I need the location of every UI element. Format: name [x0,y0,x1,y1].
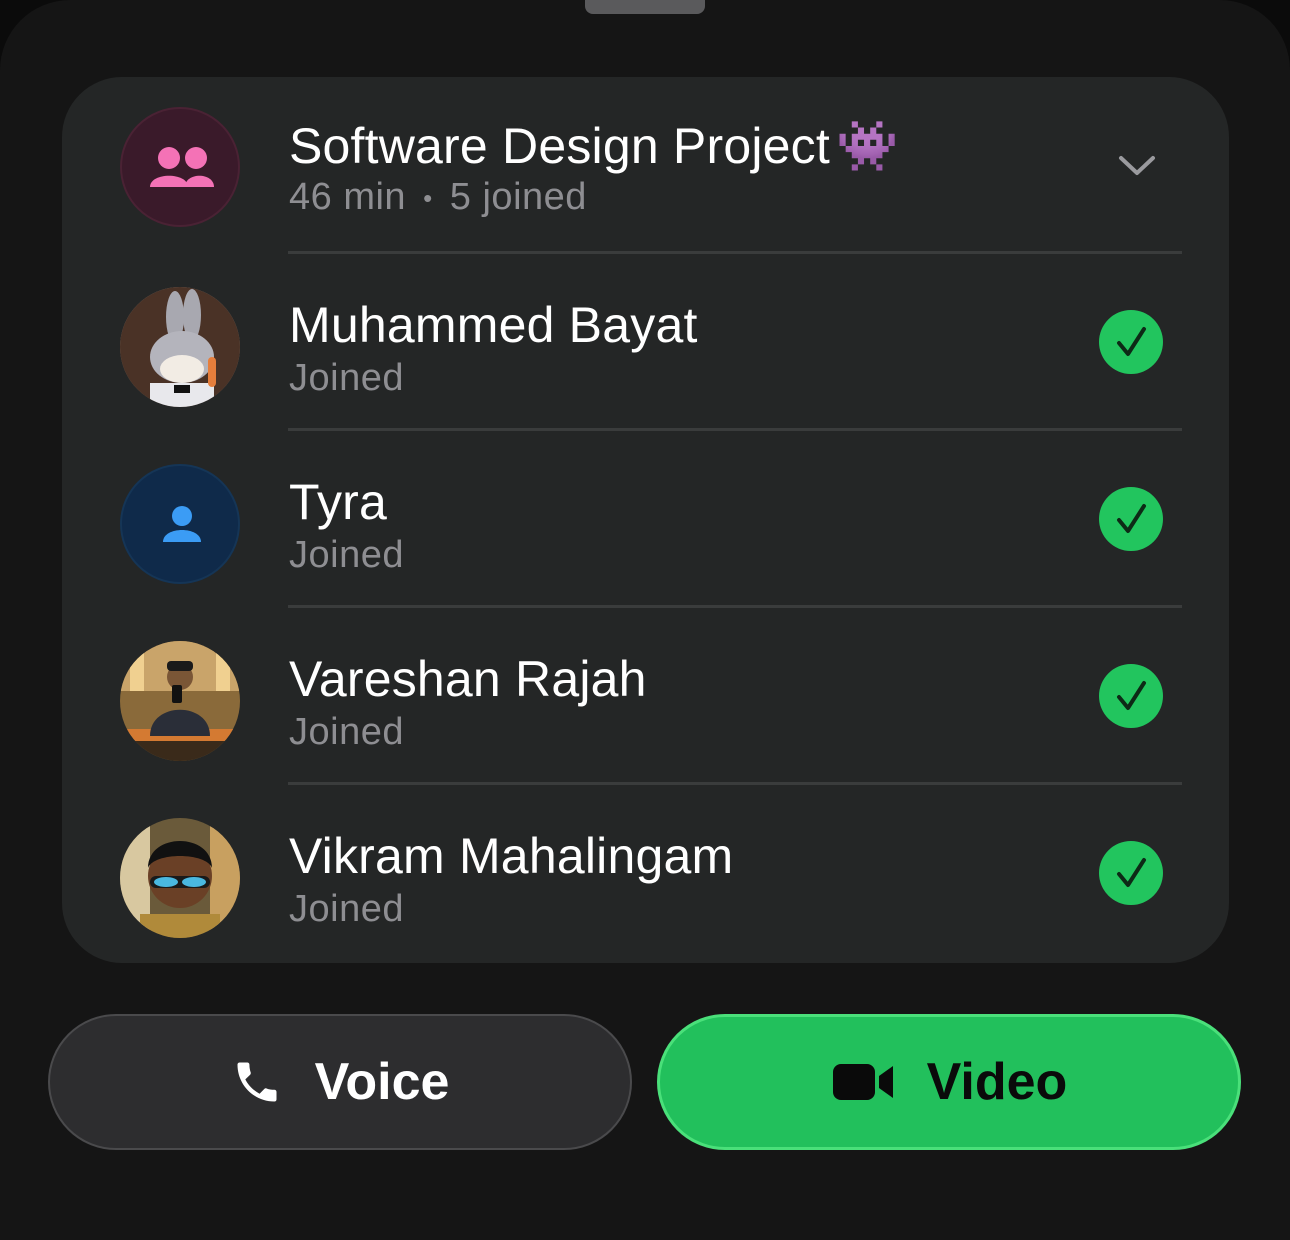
participant-status: Joined [289,357,404,399]
participant-row[interactable]: Vikram Mahalingam Joined [62,785,1229,962]
bunny-cartoon-image [120,287,240,407]
selfie-photo-image [120,641,240,761]
sheet-grabber[interactable] [585,0,705,14]
joined-check-badge [1099,841,1163,905]
group-title: Software Design Project 👾 [289,117,898,176]
checkmark-icon [1117,327,1146,356]
avatar [120,641,240,761]
call-participants-card: Software Design Project 👾 46 min • 5 join… [62,77,1229,963]
checkmark-icon [1117,681,1146,710]
participant-status: Joined [289,534,404,576]
person-icon [163,506,201,542]
participant-name: Vikram Mahalingam [289,828,734,884]
group-avatar [120,107,240,227]
sunglasses-photo-image [120,818,240,938]
group-header[interactable]: Software Design Project 👾 46 min • 5 join… [62,77,1229,254]
participant-row[interactable]: Vareshan Rajah Joined [62,608,1229,785]
chevron-down-icon[interactable] [1118,155,1156,177]
joined-check-badge [1099,310,1163,374]
joined-check-badge [1099,664,1163,728]
group-people-icon [150,147,214,187]
video-camera-icon [832,1064,893,1100]
voice-label: Voice [314,1053,450,1111]
participant-status: Joined [289,888,404,930]
group-meta: 46 min • 5 joined [289,176,587,219]
avatar [120,287,240,407]
participant-row[interactable]: Tyra Joined [62,431,1229,608]
video-call-button[interactable]: Video [657,1014,1241,1150]
avatar [120,818,240,938]
call-duration: 46 min [289,176,407,218]
meta-separator: • [423,183,433,214]
space-invader-emoji: 👾 [835,118,899,174]
call-sheet: Software Design Project 👾 46 min • 5 join… [0,0,1290,1240]
joined-check-badge [1099,487,1163,551]
avatar [120,464,240,584]
participant-name: Vareshan Rajah [289,651,647,707]
participant-status: Joined [289,711,404,753]
checkmark-icon [1117,504,1146,533]
group-name: Software Design Project [289,118,830,174]
video-label: Video [926,1053,1068,1111]
participant-row[interactable]: Muhammed Bayat Joined [62,254,1229,431]
participant-name: Muhammed Bayat [289,297,698,353]
participant-name: Tyra [289,474,388,530]
voice-call-button[interactable]: Voice [48,1014,632,1150]
phone-icon [237,1062,277,1102]
checkmark-icon [1117,858,1146,887]
joined-count: 5 joined [449,176,587,218]
